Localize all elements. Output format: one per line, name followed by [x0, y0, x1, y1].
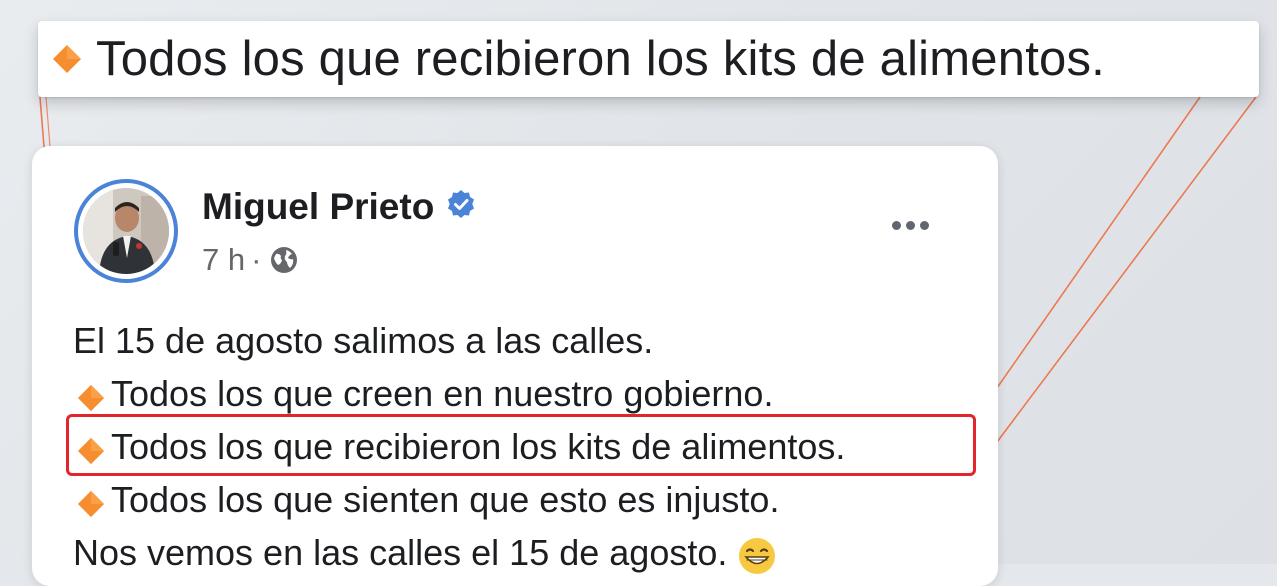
more-options-icon [919, 220, 929, 230]
post-meta: 7 h · [202, 242, 299, 278]
author-row: Miguel Prieto [202, 186, 476, 228]
more-options-button[interactable] [880, 210, 940, 240]
post-time[interactable]: 7 h [202, 242, 245, 278]
globe-icon[interactable] [269, 245, 299, 275]
post-line-text: Todos los que recibieron los kits de ali… [111, 426, 846, 467]
orange-diamond-icon [77, 384, 105, 411]
zoom-callout: Todos los que recibieron los kits de ali… [38, 21, 1259, 97]
post-text: El 15 de agosto salimos a las calles. To… [73, 314, 993, 579]
post-card: Miguel Prieto 7 h · El 15 de agosto sali… [32, 146, 998, 586]
verified-badge-icon [448, 190, 475, 218]
post-line: Todos los que creen en nuestro gobierno. [73, 367, 993, 420]
post-line: Nos vemos en las calles el 15 de agosto. [73, 526, 993, 579]
more-options-icon [891, 220, 901, 230]
post-line-text: Todos los que sienten que esto es injust… [111, 479, 780, 520]
grinning-face-emoji [739, 537, 776, 574]
post-line-text: El 15 de agosto salimos a las calles. [73, 320, 654, 361]
post-line-text: Todos los que creen en nuestro gobierno. [111, 373, 774, 414]
post-line: Todos los que recibieron los kits de ali… [73, 420, 993, 473]
orange-diamond-icon [53, 45, 81, 73]
post-line: Todos los que sienten que esto es injust… [73, 473, 993, 526]
avatar[interactable] [74, 179, 178, 283]
orange-diamond-icon [77, 490, 105, 517]
meta-separator: · [251, 242, 262, 277]
post-line: El 15 de agosto salimos a las calles. [73, 314, 993, 367]
callout-text: Todos los que recibieron los kits de ali… [96, 31, 1105, 86]
post-line-text: Nos vemos en las calles el 15 de agosto. [73, 532, 728, 573]
profile-photo [83, 188, 169, 274]
author-name[interactable]: Miguel Prieto [202, 186, 434, 228]
more-options-icon [905, 220, 915, 230]
orange-diamond-icon [77, 437, 105, 464]
